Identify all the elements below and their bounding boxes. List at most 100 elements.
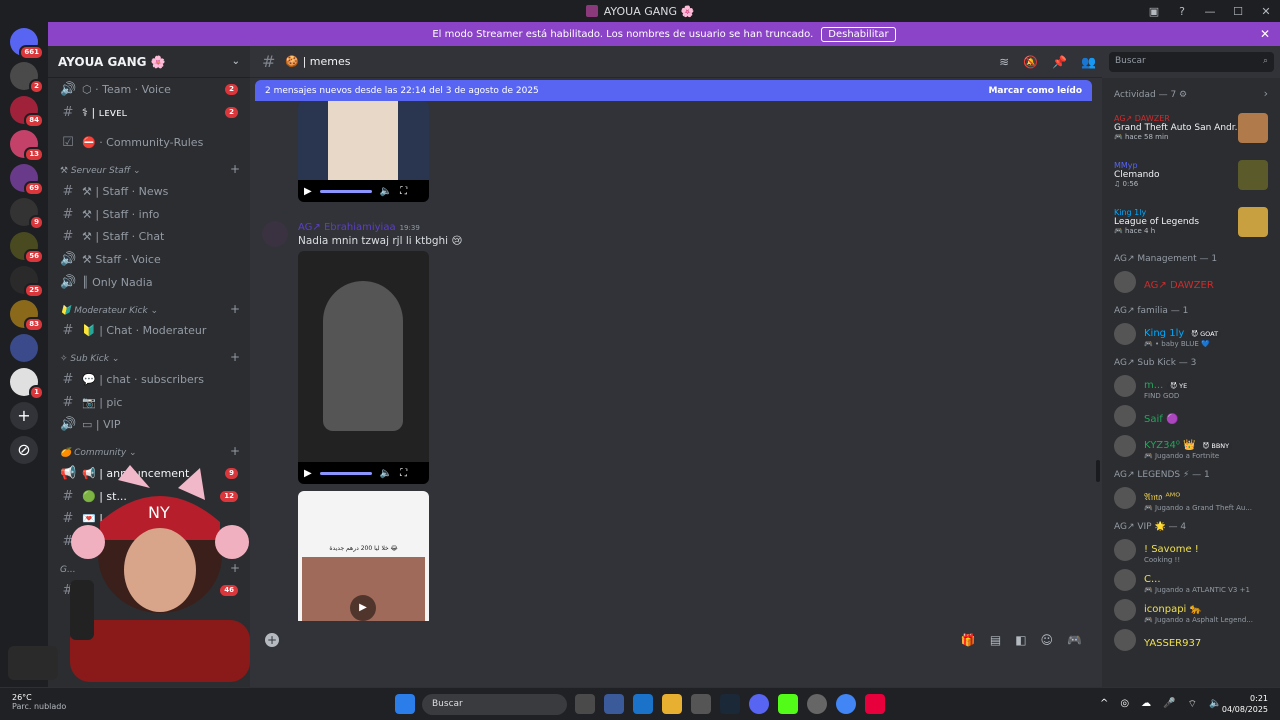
clock[interactable]: 0:21 04/08/2025 — [1222, 693, 1268, 715]
guild-header[interactable]: AYOUA GANG 🌸 ⌄ — [48, 46, 250, 78]
taskbar-search[interactable]: Buscar — [422, 694, 567, 715]
network-icon[interactable]: ◎ — [1120, 698, 1129, 711]
outlook-icon[interactable] — [633, 694, 653, 714]
member-item[interactable]: KYZ34⁰ 👑 😈 BBNY 🎮 Jugando a Fortnite — [1102, 431, 1280, 461]
activity-item[interactable]: MMyp Clemando ♫ 0:56 — [1102, 151, 1280, 198]
server-icon[interactable]: 9 — [10, 198, 44, 230]
activities-icon[interactable]: 🎮 — [1067, 633, 1082, 647]
members-icon[interactable]: 👥 — [1081, 55, 1096, 69]
disable-streamer-button[interactable]: Deshabilitar — [821, 26, 896, 42]
cloud-icon[interactable]: ☁ — [1141, 698, 1151, 711]
chrome-icon[interactable] — [836, 694, 856, 714]
video-player-controls[interactable]: ▶ 🔈 ⛶ — [298, 180, 429, 202]
mic-icon[interactable]: 🎤 — [1163, 698, 1175, 711]
scrollbar[interactable] — [1096, 460, 1100, 482]
fullscreen-icon[interactable]: ⛶ — [400, 186, 407, 197]
weather-widget[interactable]: 26°C Parc. nublado — [12, 693, 66, 711]
sticker-icon[interactable]: ◧ — [1015, 633, 1026, 647]
member-item[interactable]: C... 🎮 Jugando a ATLANTIC V3 +1 — [1102, 565, 1280, 595]
task-view-icon[interactable] — [575, 694, 595, 714]
channel-chat-moderateur[interactable]: # 🔰 | Chat · Moderateur — [48, 320, 250, 343]
channel-chat-subscribers[interactable]: # 💬 | chat · subscribers — [48, 368, 250, 391]
emoji-icon[interactable]: ☺ — [1041, 633, 1054, 647]
play-icon[interactable]: ▶ — [350, 595, 376, 621]
member-item[interactable]: 𝔄𝔪𝔬 ᴬᴹᴼ 🎮 Jugando a Grand Theft Au... — [1102, 483, 1280, 513]
channel-level[interactable]: # ⚕ | ʟᴇᴠᴇʟ 2 — [48, 101, 250, 124]
channel-staff-info[interactable]: # ⚒ | Staff · info — [48, 203, 250, 226]
category-serveur-staff[interactable]: ⚒ Serveur Staff ⌄ + — [48, 154, 250, 180]
close-window-button[interactable]: ✕ — [1252, 5, 1280, 18]
maximize-button[interactable]: ☐ — [1224, 5, 1252, 18]
threads-icon[interactable]: ≋ — [999, 55, 1009, 69]
pin-icon[interactable]: 📌 — [1052, 55, 1067, 69]
channel-pic[interactable]: # 📷 | pic — [48, 391, 250, 414]
mute-icon[interactable]: 🔕 — [1023, 55, 1038, 69]
category-community[interactable]: 🍊 Community ⌄ + — [48, 436, 250, 462]
server-icon[interactable]: 56 — [10, 232, 44, 264]
play-icon[interactable]: ▶ — [304, 186, 312, 197]
fullscreen-icon[interactable]: ⛶ — [400, 468, 407, 479]
close-banner-icon[interactable]: ✕ — [1260, 27, 1270, 41]
volume-tray-icon[interactable]: 🔈 — [1209, 698, 1221, 711]
activity-header[interactable]: Actividad — 7 ⚙ › — [1102, 78, 1280, 104]
server-icon[interactable]: 69 — [10, 164, 44, 196]
minimize-button[interactable]: — — [1196, 5, 1224, 18]
add-channel-icon[interactable]: + — [230, 162, 240, 176]
add-server-icon[interactable]: + — [10, 402, 38, 430]
play-icon[interactable]: ▶ — [304, 468, 312, 479]
server-icon[interactable]: 83 — [10, 300, 44, 332]
member-item[interactable]: ! Savome ! Cooking !! — [1102, 535, 1280, 565]
channel-team-voice[interactable]: 🔊 ⬡ · Team · Voice 2 — [48, 78, 250, 101]
message-composer[interactable]: + 🎁 ▤ ◧ ☺ 🎮 — [255, 625, 1092, 655]
volume-icon[interactable]: 🔈 — [380, 186, 392, 197]
server-icon[interactable] — [10, 334, 38, 362]
volume-icon[interactable]: 🔈 — [380, 468, 392, 479]
add-channel-icon[interactable]: + — [230, 302, 240, 316]
channel-staff-voice[interactable]: 🔊 ⚒ Staff · Voice — [48, 248, 250, 271]
member-item[interactable]: m... 😈 YE FIND GOD — [1102, 371, 1280, 401]
member-item[interactable]: Saif 🟣 — [1102, 401, 1280, 431]
channel-only-nadia[interactable]: 🔊 ║ Only Nadia — [48, 271, 250, 294]
app-icon[interactable] — [691, 694, 711, 714]
channel-community-rules[interactable]: ☑ ⛔ · Community-Rules — [48, 131, 250, 154]
channel-vip[interactable]: 🔊 ▭ | VIP — [48, 414, 250, 437]
tiktok-icon[interactable] — [865, 694, 885, 714]
gift-icon[interactable]: 🎁 — [961, 633, 976, 647]
help-icon[interactable]: ? — [1168, 5, 1196, 18]
video-attachment[interactable]: ▶ 🔈 ⛶ — [298, 101, 429, 202]
server-icon[interactable]: 25 — [10, 266, 44, 298]
avatar[interactable] — [262, 221, 288, 247]
volume-bar[interactable] — [319, 471, 372, 475]
server-icon[interactable]: 661 — [10, 28, 44, 60]
gif-icon[interactable]: ▤ — [990, 633, 1001, 647]
volume-bar[interactable] — [319, 189, 372, 193]
server-icon[interactable]: 2 — [10, 62, 44, 94]
steam-icon[interactable] — [720, 694, 740, 714]
channel-staff-chat[interactable]: # ⚒ | Staff · Chat — [48, 225, 250, 248]
chevron-up-icon[interactable]: ^ — [1100, 698, 1108, 711]
server-icon[interactable]: 13 — [10, 130, 44, 162]
activity-item[interactable]: King 1ly League of Legends 🎮 hace 4 h — [1102, 198, 1280, 245]
file-explorer-icon[interactable] — [662, 694, 682, 714]
member-item[interactable]: King 1ly 😈 GOAT 🎮 • baby BLUE 💙 — [1102, 319, 1280, 349]
discord-icon[interactable] — [749, 694, 769, 714]
member-item[interactable]: YASSER937 — [1102, 625, 1280, 655]
server-icon[interactable]: 1 — [10, 368, 44, 400]
mark-read-button[interactable]: Marcar como leído — [988, 86, 1082, 96]
message-author[interactable]: AG↗ Ebrahiamiyiaa 19:39 — [298, 222, 420, 233]
chevron-right-icon[interactable]: › — [1264, 87, 1268, 100]
channel-staff-news[interactable]: # ⚒ | Staff · News — [48, 180, 250, 203]
kick-icon[interactable] — [778, 694, 798, 714]
video-player-controls[interactable]: ▶ 🔈 ⛶ — [298, 462, 429, 484]
add-channel-icon[interactable]: + — [230, 444, 240, 458]
member-item[interactable]: AG↗ DAWZER — [1102, 267, 1280, 297]
search-input[interactable]: Buscar ⌕ — [1109, 52, 1274, 72]
member-item[interactable]: iconpapi 🐆 🎮 Jugando a Asphalt Legend... — [1102, 595, 1280, 625]
category-moderateur-kick[interactable]: 🔰 Moderateur Kick ⌄ + — [48, 294, 250, 320]
inbox-icon[interactable]: ▣ — [1140, 5, 1168, 18]
activity-item[interactable]: AG↗ DAWZER Grand Theft Auto San Andr... 🎮 … — [1102, 104, 1280, 151]
add-channel-icon[interactable]: + — [230, 350, 240, 364]
video-attachment[interactable]: خلا ليا 200 درهم جديدة 😂 ▶ — [298, 491, 429, 621]
new-messages-bar[interactable]: 2 mensajes nuevos desde las 22:14 del 3 … — [255, 80, 1092, 101]
video-attachment[interactable]: ▶ 🔈 ⛶ — [298, 251, 429, 484]
